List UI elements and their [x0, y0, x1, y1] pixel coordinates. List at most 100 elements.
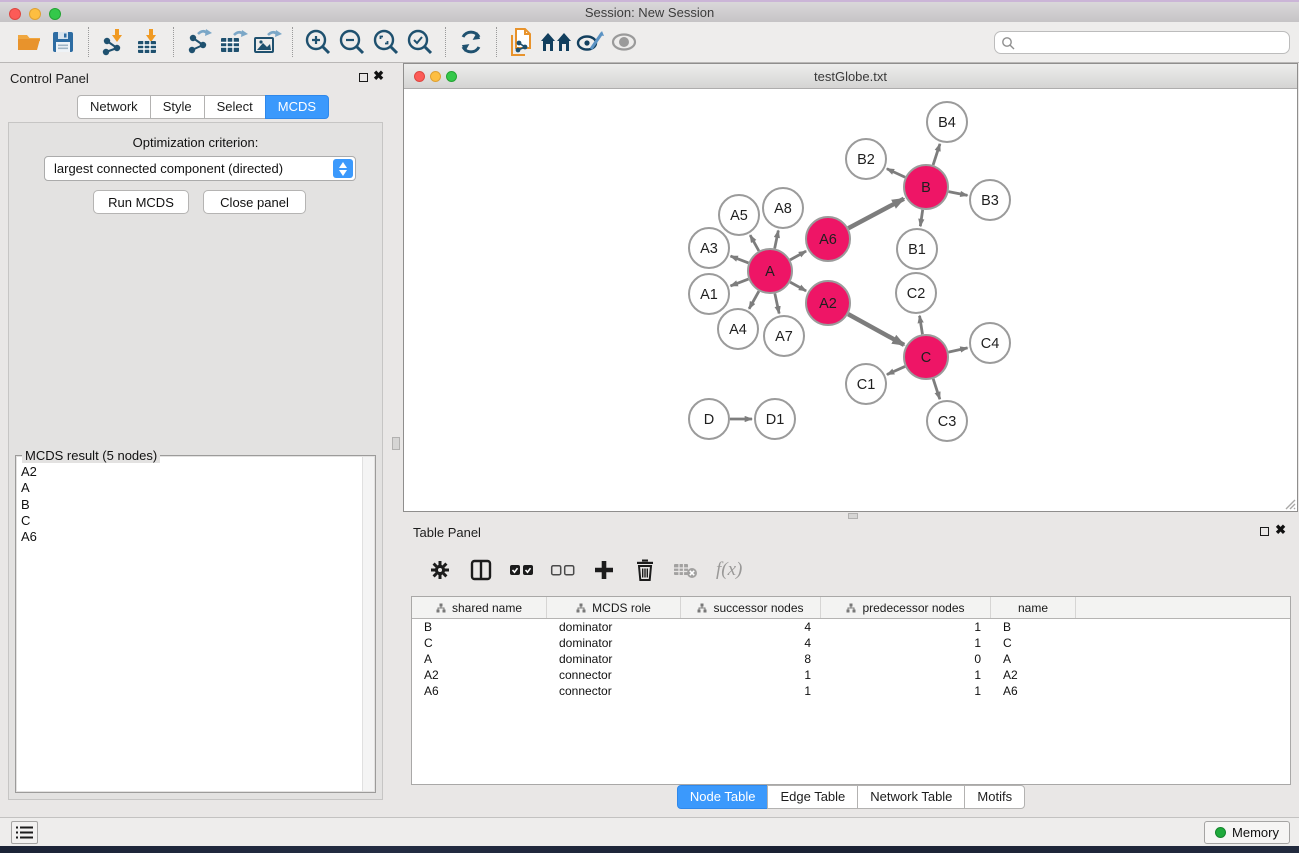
splitter-thumb[interactable] [392, 437, 400, 450]
edge-B-B1[interactable] [920, 210, 922, 226]
node-A8[interactable]: A8 [763, 188, 803, 228]
zoom-out-icon[interactable] [335, 25, 369, 59]
edge-A-A2[interactable] [790, 282, 806, 291]
edge-A-A3[interactable] [731, 256, 749, 263]
search-field[interactable] [994, 31, 1290, 54]
function-builder-icon[interactable]: f(x) [714, 557, 742, 583]
apply-layout-icon[interactable] [454, 25, 488, 59]
tab-style[interactable]: Style [150, 95, 205, 119]
node-A1[interactable]: A1 [689, 274, 729, 314]
node-C1[interactable]: C1 [846, 364, 886, 404]
table-row[interactable]: Adominator80A [412, 651, 1290, 667]
select-all-icon[interactable] [509, 557, 535, 583]
table-row[interactable]: A6connector11A6 [412, 683, 1290, 699]
table-cell[interactable]: dominator [547, 635, 681, 651]
node-B2[interactable]: B2 [846, 139, 886, 179]
table-cell[interactable]: 1 [681, 683, 821, 699]
edge-B-B4[interactable] [933, 144, 940, 165]
tab-motifs[interactable]: Motifs [964, 785, 1025, 809]
node-A[interactable]: A [748, 249, 792, 293]
node-A3[interactable]: A3 [689, 228, 729, 268]
save-session-icon[interactable] [46, 25, 80, 59]
column-header-name[interactable]: name [991, 597, 1076, 618]
edge-C-C4[interactable] [948, 348, 967, 352]
node-D[interactable]: D [689, 399, 729, 439]
tab-node-table[interactable]: Node Table [677, 785, 769, 809]
add-column-icon[interactable] [591, 557, 617, 583]
close-panel-icon[interactable]: ✖ [373, 68, 384, 84]
edge-B-B2[interactable] [887, 169, 905, 178]
tab-mcds[interactable]: MCDS [265, 95, 329, 119]
node-C2[interactable]: C2 [896, 273, 936, 313]
edge-A-A7[interactable] [775, 293, 779, 313]
task-history-button[interactable] [11, 821, 38, 844]
tab-network-table[interactable]: Network Table [857, 785, 965, 809]
import-table-icon[interactable] [131, 25, 165, 59]
node-A6[interactable]: A6 [806, 217, 850, 261]
edge-A6-B[interactable] [848, 199, 904, 229]
home-view-icon[interactable] [539, 25, 573, 59]
delete-table-icon[interactable] [673, 557, 699, 583]
table-cell[interactable]: 1 [821, 667, 991, 683]
list-item[interactable]: C [17, 513, 374, 529]
node-D1[interactable]: D1 [755, 399, 795, 439]
table-cell[interactable]: connector [547, 683, 681, 699]
edge-A-A5[interactable] [750, 235, 759, 251]
table-cell[interactable]: 0 [821, 651, 991, 667]
list-item[interactable]: A6 [17, 529, 374, 545]
export-table-icon[interactable] [216, 25, 250, 59]
edge-C-C1[interactable] [887, 366, 905, 374]
list-item[interactable]: A2 [17, 464, 374, 480]
node-B1[interactable]: B1 [897, 229, 937, 269]
close-panel-icon[interactable]: ✖ [1275, 522, 1286, 538]
column-view-icon[interactable] [468, 557, 494, 583]
table-cell[interactable]: 8 [681, 651, 821, 667]
node-C[interactable]: C [904, 335, 948, 379]
edge-A-A8[interactable] [775, 231, 779, 249]
column-header-predecessor-nodes[interactable]: predecessor nodes [821, 597, 991, 618]
edge-C-C2[interactable] [920, 316, 923, 335]
table-cell[interactable]: A6 [991, 683, 1076, 699]
edge-A2-C[interactable] [848, 314, 904, 345]
deselect-all-icon[interactable] [550, 557, 576, 583]
table-cell[interactable]: A6 [412, 683, 547, 699]
memory-button[interactable]: Memory [1204, 821, 1290, 844]
splitter-thumb[interactable] [848, 513, 858, 519]
tab-network[interactable]: Network [77, 95, 151, 119]
table-cell[interactable]: A [991, 651, 1076, 667]
list-item[interactable]: A [17, 480, 374, 496]
search-input[interactable] [1019, 36, 1289, 50]
node-C4[interactable]: C4 [970, 323, 1010, 363]
node-B4[interactable]: B4 [927, 102, 967, 142]
criterion-select[interactable]: largest connected component (directed) [44, 156, 356, 181]
tab-edge-table[interactable]: Edge Table [767, 785, 858, 809]
export-network-icon[interactable] [182, 25, 216, 59]
delete-column-icon[interactable] [632, 557, 658, 583]
open-session-icon[interactable] [12, 25, 46, 59]
zoom-fit-content-icon[interactable] [369, 25, 403, 59]
table-cell[interactable]: A2 [412, 667, 547, 683]
edge-A-A6[interactable] [790, 251, 806, 260]
table-cell[interactable]: A2 [991, 667, 1076, 683]
node-C3[interactable]: C3 [927, 401, 967, 441]
table-cell[interactable]: 4 [681, 619, 821, 635]
table-cell[interactable]: 1 [681, 667, 821, 683]
table-cell[interactable]: B [412, 619, 547, 635]
node-A5[interactable]: A5 [719, 195, 759, 235]
table-cell[interactable]: 1 [821, 635, 991, 651]
table-row[interactable]: A2connector11A2 [412, 667, 1290, 683]
mcds-result-list[interactable]: A2ABCA6 [17, 457, 374, 791]
clone-network-icon[interactable] [505, 25, 539, 59]
toggle-style-icon[interactable] [573, 25, 607, 59]
table-cell[interactable]: C [412, 635, 547, 651]
zoom-in-icon[interactable] [301, 25, 335, 59]
edge-A-A4[interactable] [749, 291, 759, 309]
float-panel-icon[interactable] [359, 73, 368, 82]
tab-select[interactable]: Select [204, 95, 266, 119]
table-row[interactable]: Bdominator41B [412, 619, 1290, 635]
show-hide-graphics-icon[interactable] [607, 25, 641, 59]
edge-B-B3[interactable] [949, 192, 968, 196]
vertical-splitter[interactable] [390, 63, 403, 817]
table-cell[interactable]: 1 [821, 683, 991, 699]
node-A4[interactable]: A4 [718, 309, 758, 349]
